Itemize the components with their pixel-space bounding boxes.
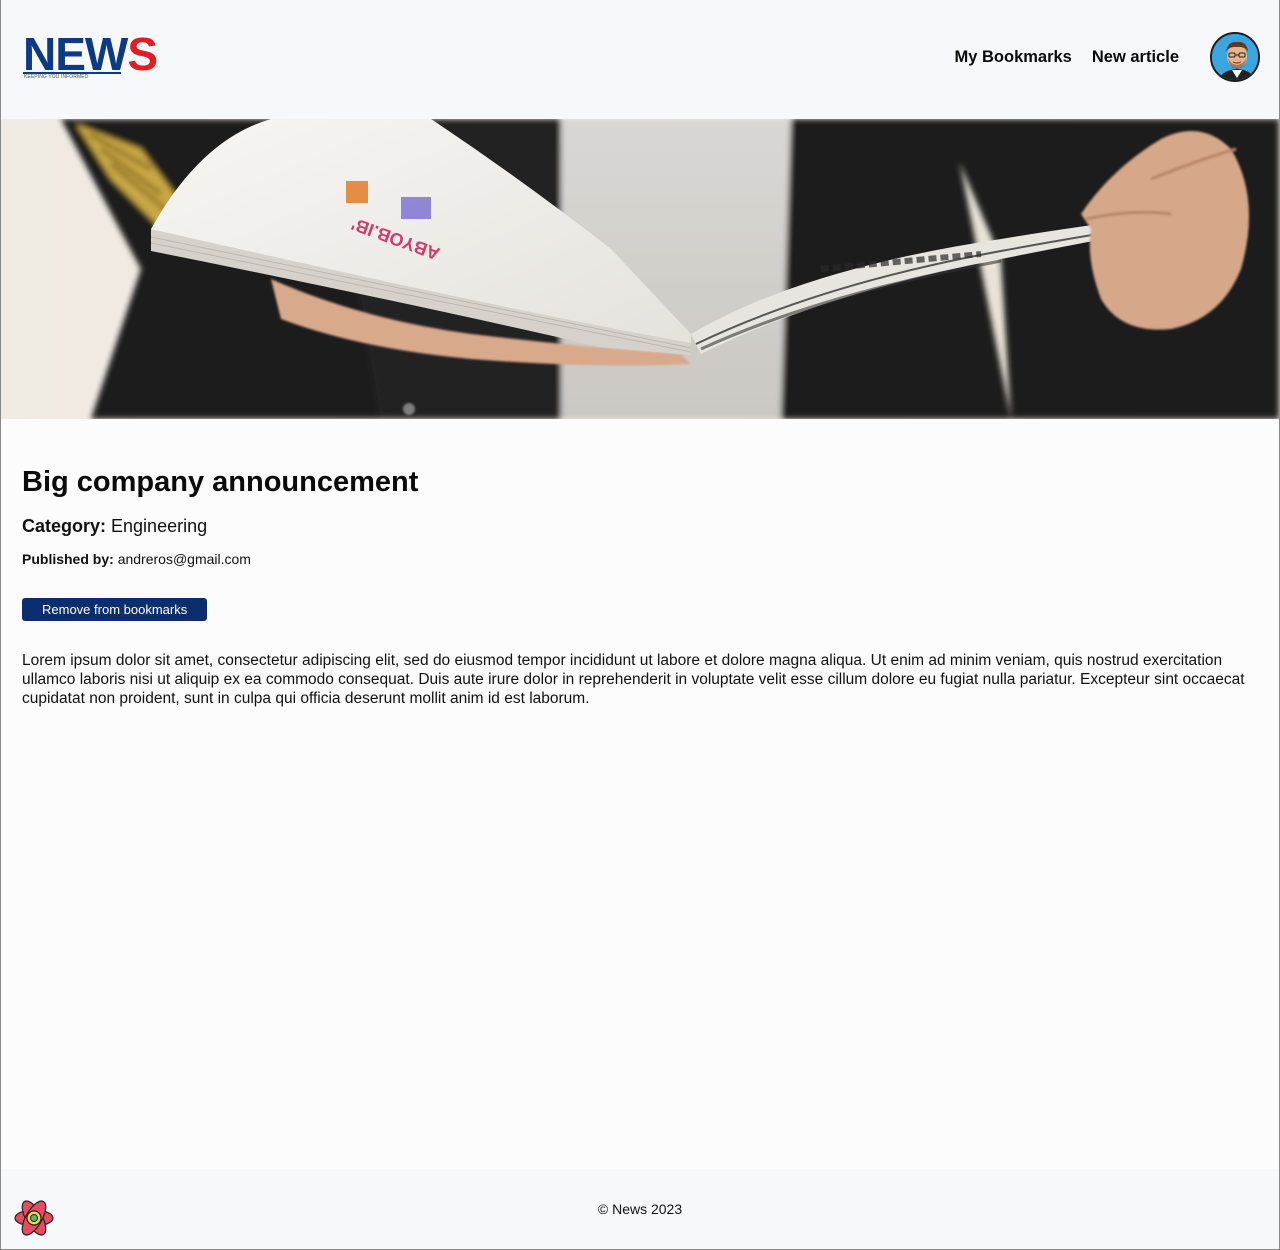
magazine-photo: ABYOB.IB'	[1, 119, 1279, 419]
published-value: andreros@gmail.com	[117, 551, 251, 567]
published-label: Published by:	[22, 551, 114, 567]
logo-tagline: KEEPING YOU INFORMED	[24, 74, 89, 80]
article-body: Lorem ipsum dolor sit amet, consectetur …	[22, 652, 1245, 707]
hero-image: ABYOB.IB'	[1, 119, 1279, 419]
user-avatar-icon[interactable]	[1210, 32, 1260, 82]
site-header: NEWS KEEPING YOU INFORMED My Bookmarks N…	[1, 0, 1279, 119]
logo-wordmark: NEWS	[23, 28, 158, 80]
nav-my-bookmarks[interactable]: My Bookmarks	[954, 48, 1071, 67]
category-value: Engineering	[111, 516, 208, 536]
article-category: Category: Engineering	[22, 512, 1252, 540]
news-logo[interactable]: NEWS KEEPING YOU INFORMED	[23, 28, 158, 82]
main-nav: My Bookmarks New article	[954, 48, 1179, 67]
category-label: Category:	[22, 516, 107, 536]
site-footer: © News 2023	[1, 1169, 1279, 1249]
avatar-illustration	[1212, 34, 1258, 80]
copyright-text: © News 2023	[597, 1201, 683, 1217]
remove-bookmark-button[interactable]: Remove from bookmarks	[22, 598, 208, 621]
article-title: Big company announcement	[22, 466, 419, 498]
article-publisher: Published by: andreros@gmail.com	[22, 549, 1252, 569]
article: Big company announcement Category: Engin…	[22, 462, 1252, 708]
nav-new-article[interactable]: New article	[1092, 48, 1179, 67]
